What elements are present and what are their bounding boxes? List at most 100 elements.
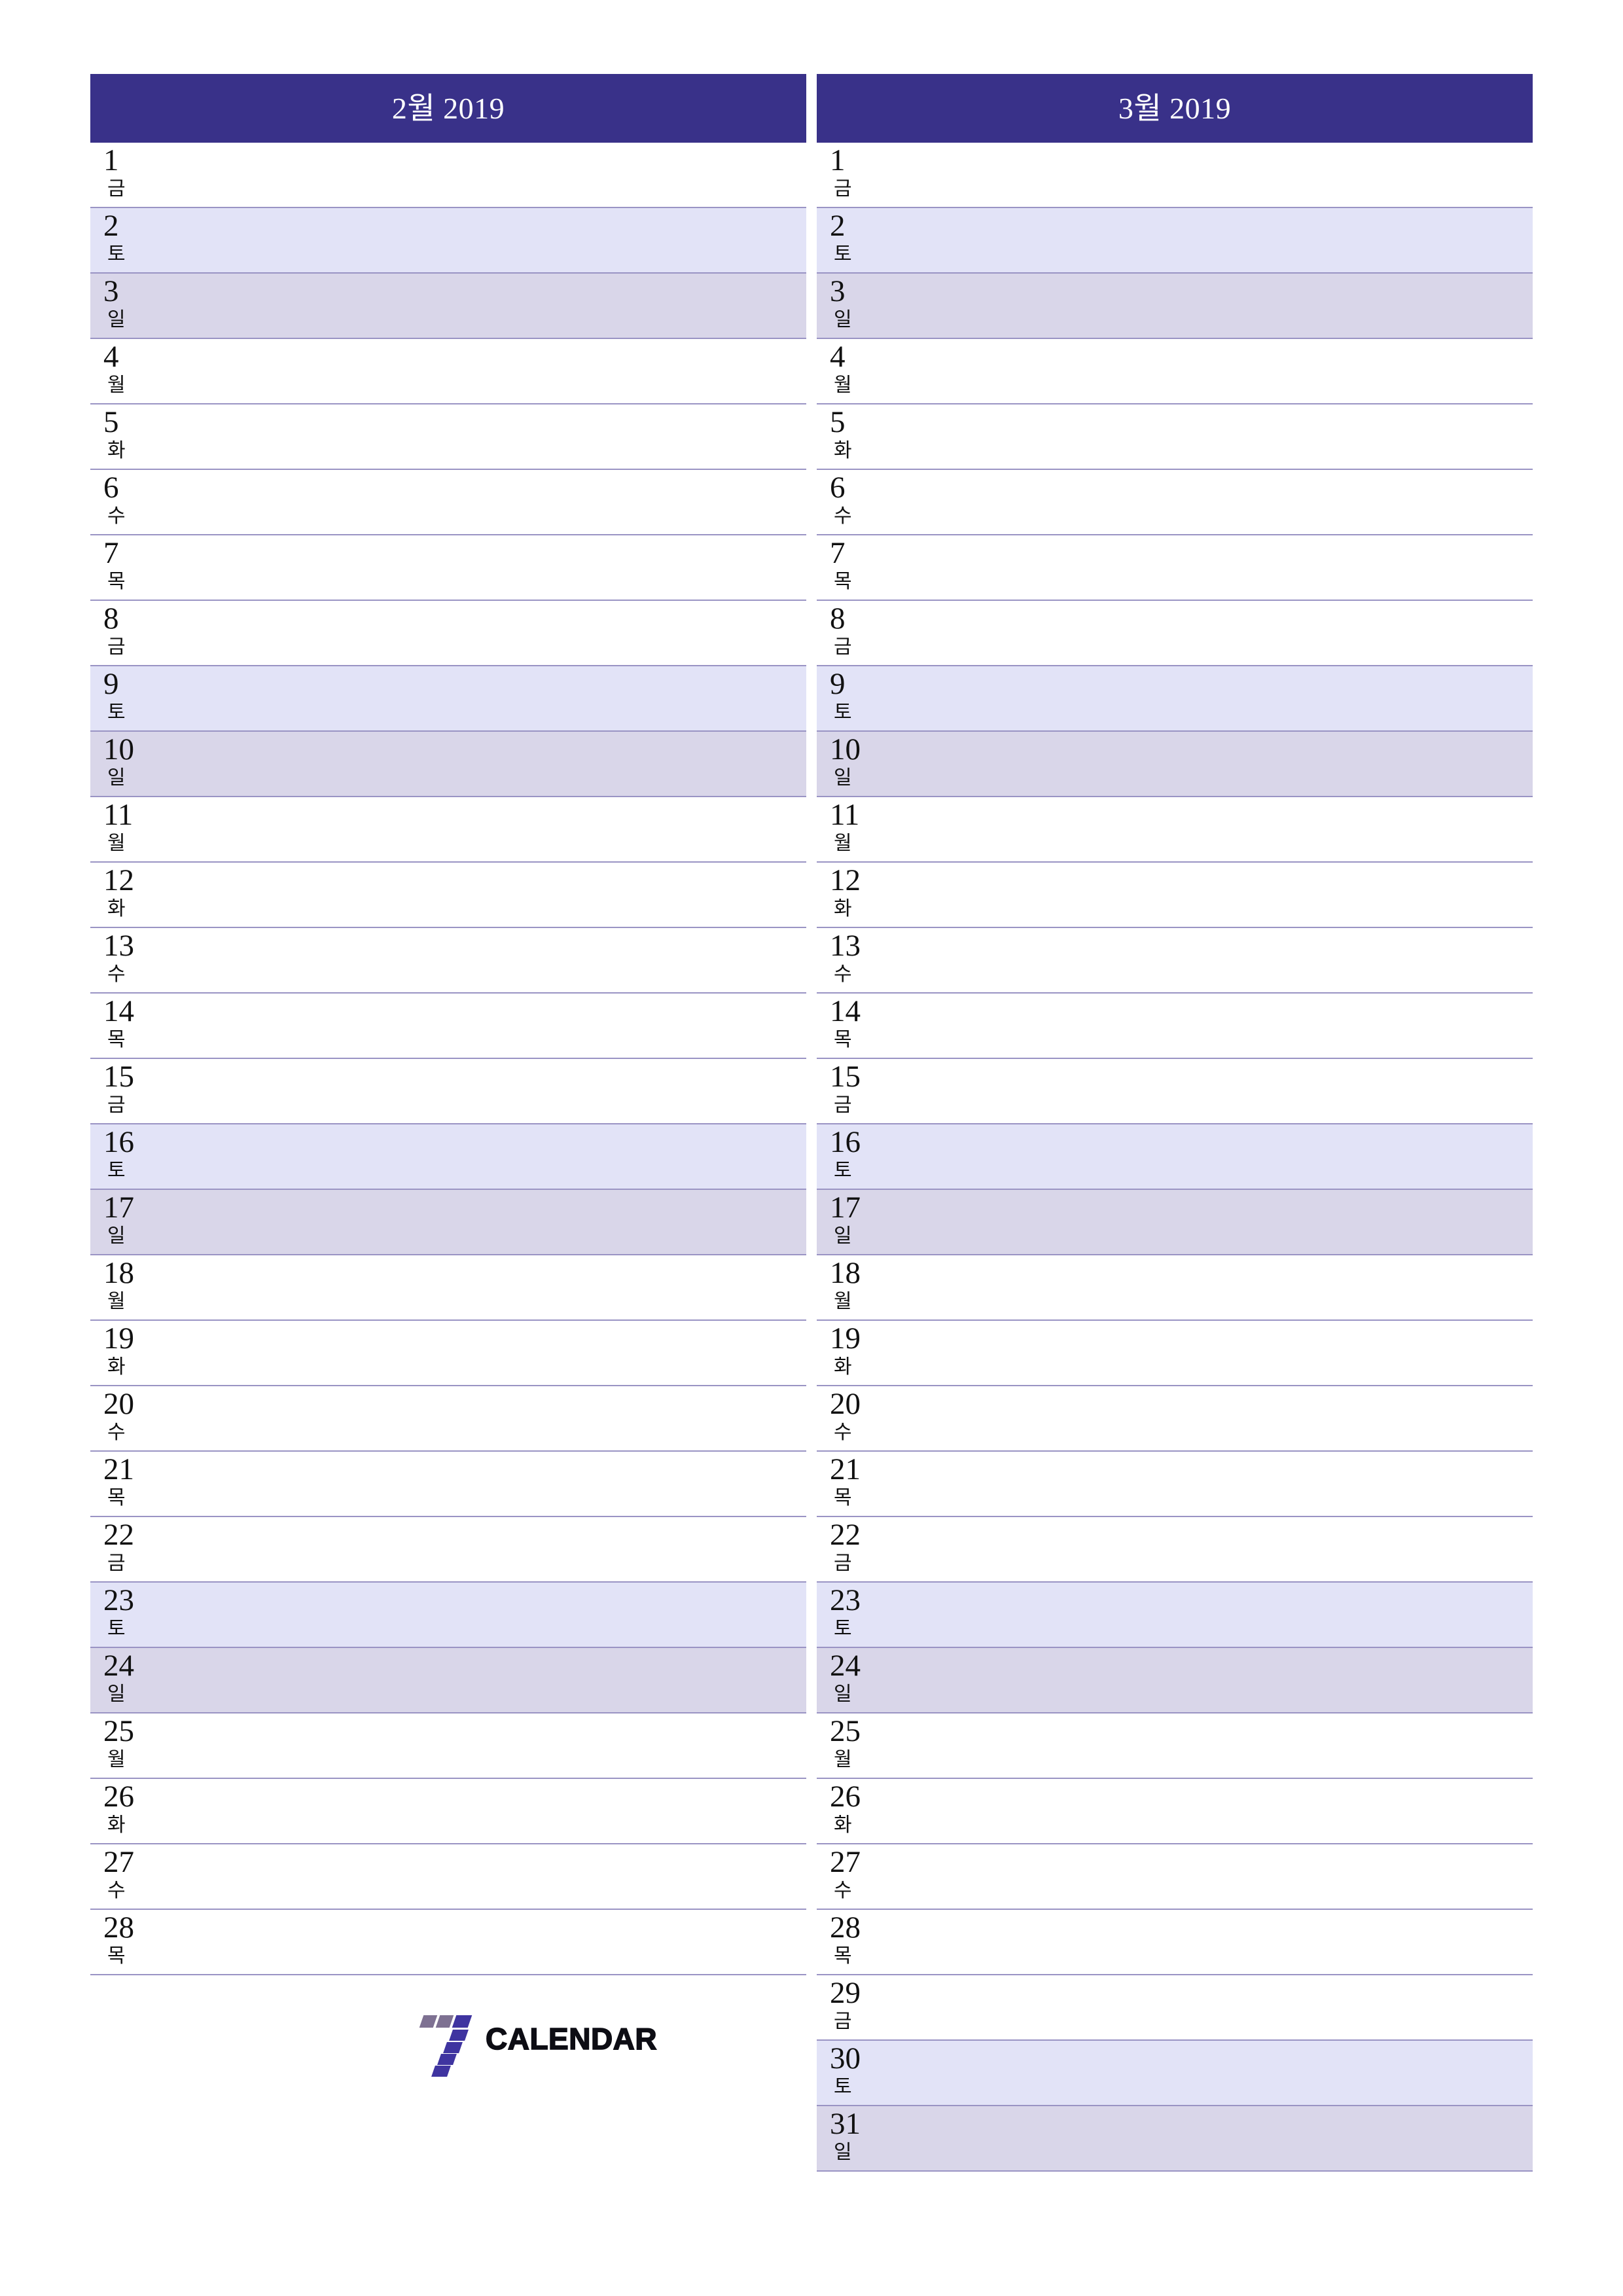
- month-title-right: 3월 2019: [817, 74, 1533, 143]
- day-weekday-label: 토: [834, 702, 852, 723]
- day-row[interactable]: 10 일: [817, 732, 1533, 797]
- day-number: 25: [830, 1714, 861, 1748]
- day-row[interactable]: 24 일: [90, 1648, 806, 1713]
- day-row[interactable]: 2토: [817, 208, 1533, 274]
- day-row[interactable]: 24 일: [817, 1648, 1533, 1713]
- day-row[interactable]: 17 일: [817, 1190, 1533, 1255]
- day-row[interactable]: 28 목: [817, 1910, 1533, 1975]
- day-weekday-label: 금: [834, 178, 852, 200]
- day-number: 3: [830, 274, 846, 308]
- day-number: 23: [830, 1583, 861, 1617]
- logo-segment-diag-1: [449, 2030, 469, 2041]
- day-weekday-label: 수: [107, 963, 126, 985]
- day-row[interactable]: 11 월: [817, 797, 1533, 863]
- day-weekday-label: 수: [107, 1880, 126, 1901]
- day-number: 8: [103, 601, 119, 636]
- day-row[interactable]: 9토: [817, 666, 1533, 732]
- day-row[interactable]: 10 일: [90, 732, 806, 797]
- day-weekday-label: 화: [107, 1814, 126, 1836]
- day-row[interactable]: 18 월: [817, 1255, 1533, 1321]
- day-row[interactable]: 20 수: [817, 1386, 1533, 1452]
- day-row[interactable]: 22 금: [817, 1517, 1533, 1583]
- day-row[interactable]: 4월: [817, 339, 1533, 404]
- day-row[interactable]: 25 월: [90, 1713, 806, 1779]
- day-list-left: 1 금 2 토 3 일 4 월 5 화 6 수 7 목 8 금 9 토 10 일 11 월 12 화 13 수 14 목 15 금 16 토 1…: [90, 143, 806, 1975]
- day-row[interactable]: 6수: [817, 470, 1533, 535]
- day-row[interactable]: 15 금: [817, 1059, 1533, 1124]
- day-row[interactable]: 26 화: [817, 1779, 1533, 1844]
- day-row[interactable]: 27 수: [90, 1844, 806, 1910]
- day-number: 19: [830, 1321, 861, 1355]
- logo-segment-top-1: [419, 2015, 438, 2028]
- day-number: 6: [830, 471, 846, 505]
- day-row[interactable]: 11 월: [90, 797, 806, 863]
- day-number: 5: [830, 405, 846, 439]
- day-row[interactable]: 6수: [90, 470, 806, 535]
- day-row[interactable]: 17 일: [90, 1190, 806, 1255]
- day-row[interactable]: 29 금: [817, 1975, 1533, 2041]
- day-number: 15: [830, 1060, 861, 1094]
- day-weekday-label: 수: [107, 1422, 126, 1443]
- day-row[interactable]: 1금: [817, 143, 1533, 208]
- day-row[interactable]: 16 토: [817, 1124, 1533, 1190]
- day-row[interactable]: 8금: [817, 601, 1533, 666]
- day-row[interactable]: 22 금: [90, 1517, 806, 1583]
- day-weekday-label: 토: [107, 1618, 126, 1640]
- day-number: 21: [103, 1452, 134, 1486]
- day-row[interactable]: 19 화: [817, 1321, 1533, 1386]
- day-row[interactable]: 21 목: [90, 1452, 806, 1517]
- day-row[interactable]: 8금: [90, 601, 806, 666]
- day-row[interactable]: 30 토: [817, 2041, 1533, 2106]
- day-row[interactable]: 23 토: [90, 1583, 806, 1648]
- day-weekday-label: 목: [107, 571, 126, 592]
- day-row[interactable]: 13 수: [90, 928, 806, 994]
- day-row[interactable]: 7목: [90, 535, 806, 601]
- day-weekday-label: 일: [107, 309, 126, 331]
- day-weekday-label: 금: [107, 1094, 126, 1116]
- day-number: 22: [830, 1518, 861, 1552]
- day-weekday-label: 목: [834, 1487, 852, 1509]
- day-row[interactable]: 4월: [90, 339, 806, 404]
- day-row[interactable]: 9토: [90, 666, 806, 732]
- day-number: 4: [103, 340, 119, 374]
- day-weekday-label: 화: [107, 440, 126, 461]
- month-title-left: 2월 2019: [90, 74, 806, 143]
- day-row[interactable]: 13 수: [817, 928, 1533, 994]
- day-row[interactable]: 3일: [817, 274, 1533, 339]
- day-row[interactable]: 31 일: [817, 2106, 1533, 2172]
- month-column-right: 3월 2019 1 금 2 토 3 일 4 월 5 화 6 수 7 목 8 금 9 토 10 일 11 월 12 화 13 수 14…: [817, 74, 1533, 2221]
- day-number: 28: [830, 1910, 861, 1945]
- day-row[interactable]: 14 목: [817, 994, 1533, 1059]
- day-row[interactable]: 15 금: [90, 1059, 806, 1124]
- day-row[interactable]: 21 목: [817, 1452, 1533, 1517]
- day-weekday-label: 수: [834, 963, 852, 985]
- day-row[interactable]: 12 화: [817, 863, 1533, 928]
- day-row[interactable]: 14 목: [90, 994, 806, 1059]
- day-row[interactable]: 3일: [90, 274, 806, 339]
- day-row[interactable]: 20 수: [90, 1386, 806, 1452]
- day-row[interactable]: 12 화: [90, 863, 806, 928]
- day-row[interactable]: 5화: [817, 404, 1533, 470]
- day-number: 1: [103, 143, 119, 177]
- day-row[interactable]: 5화: [90, 404, 806, 470]
- day-row[interactable]: 2토: [90, 208, 806, 274]
- day-number: 2: [830, 209, 846, 243]
- day-row[interactable]: 27 수: [817, 1844, 1533, 1910]
- day-row[interactable]: 1금: [90, 143, 806, 208]
- logo-segment-diag-2: [443, 2042, 463, 2053]
- day-number: 17: [103, 1191, 134, 1225]
- day-row[interactable]: 7목: [817, 535, 1533, 601]
- day-row[interactable]: 26 화: [90, 1779, 806, 1844]
- day-number: 27: [103, 1845, 134, 1879]
- day-number: 1: [830, 143, 846, 177]
- day-row[interactable]: 23 토: [817, 1583, 1533, 1648]
- day-weekday-label: 월: [834, 833, 852, 854]
- day-row[interactable]: 19 화: [90, 1321, 806, 1386]
- day-number: 9: [830, 667, 846, 701]
- day-row[interactable]: 16 토: [90, 1124, 806, 1190]
- day-weekday-label: 월: [107, 1749, 126, 1770]
- day-row[interactable]: 28 목: [90, 1910, 806, 1975]
- day-row[interactable]: 25 월: [817, 1713, 1533, 1779]
- day-number: 7: [103, 536, 119, 570]
- day-row[interactable]: 18 월: [90, 1255, 806, 1321]
